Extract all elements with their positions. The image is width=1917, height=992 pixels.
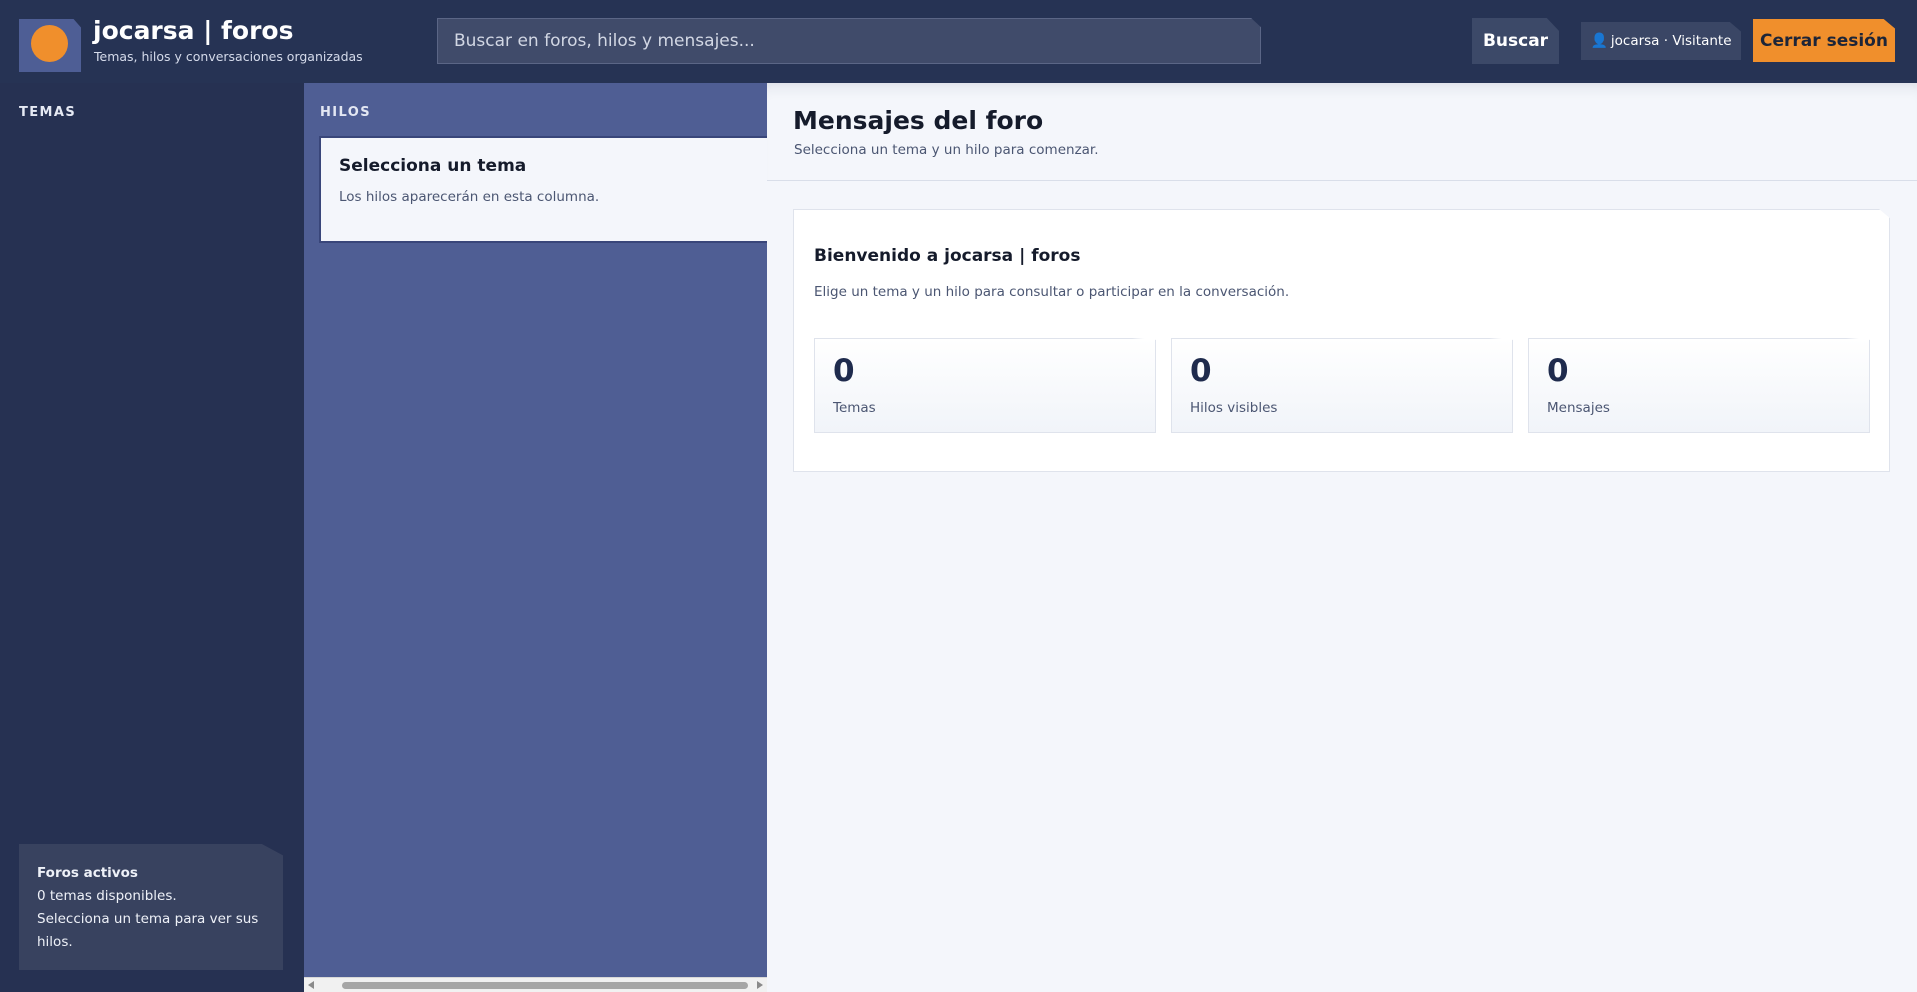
threads-heading: HILOS — [320, 105, 371, 120]
stat-label: Hilos visibles — [1190, 400, 1278, 416]
welcome-title: Bienvenido a jocarsa | foros — [814, 246, 1081, 266]
stat-card-messages: 0 Mensajes — [1528, 338, 1870, 433]
scroll-left-icon[interactable] — [308, 981, 314, 989]
search-button[interactable]: Buscar — [1472, 18, 1559, 64]
user-label: jocarsa · Visitante — [1610, 33, 1732, 49]
logo-circle-icon — [31, 25, 68, 62]
search-input[interactable] — [437, 18, 1261, 64]
threads-horizontal-scrollbar[interactable] — [304, 977, 767, 992]
stat-label: Temas — [833, 400, 876, 416]
stat-label: Mensajes — [1547, 400, 1610, 416]
topics-heading: TEMAS — [19, 105, 77, 120]
messages-header: Mensajes del foro Selecciona un tema y u… — [767, 83, 1917, 181]
topics-count-text: 0 temas disponibles. — [37, 888, 177, 904]
active-forums-card: Foros activos 0 temas disponibles. Selec… — [19, 844, 283, 970]
topics-hint-text: Selecciona un tema para ver sus hilos. — [37, 911, 259, 950]
user-chip[interactable]: 👤 jocarsa · Visitante — [1581, 22, 1741, 60]
brand-title[interactable]: jocarsa | foros — [93, 16, 294, 45]
messages-panel: Mensajes del foro Selecciona un tema y u… — [767, 83, 1917, 992]
stat-value: 0 — [833, 353, 855, 389]
page-subtitle: Selecciona un tema y un hilo para comenz… — [794, 142, 1099, 158]
stat-value: 0 — [1190, 353, 1212, 389]
logo[interactable] — [19, 19, 81, 72]
stat-value: 0 — [1547, 353, 1569, 389]
threads-placeholder-card: Selecciona un tema Los hilos aparecerán … — [319, 136, 771, 243]
topics-sidebar: TEMAS Foros activos 0 temas disponibles.… — [0, 83, 304, 992]
active-forums-title: Foros activos — [37, 865, 138, 881]
page-title: Mensajes del foro — [793, 106, 1044, 135]
user-icon: 👤 — [1590, 33, 1608, 49]
scrollbar-thumb[interactable] — [342, 982, 748, 989]
threads-placeholder-desc: Los hilos aparecerán en esta columna. — [339, 189, 600, 205]
stat-card-threads: 0 Hilos visibles — [1171, 338, 1513, 433]
welcome-card: Bienvenido a jocarsa | foros Elige un te… — [793, 209, 1890, 472]
threads-placeholder-title: Selecciona un tema — [339, 156, 527, 176]
logout-button[interactable]: Cerrar sesión — [1753, 19, 1895, 62]
threads-column: HILOS Selecciona un tema Los hilos apare… — [304, 83, 771, 992]
brand-subtitle: Temas, hilos y conversaciones organizada… — [94, 49, 363, 64]
top-bar: jocarsa | foros Temas, hilos y conversac… — [0, 0, 1917, 83]
welcome-description: Elige un tema y un hilo para consultar o… — [814, 284, 1290, 300]
stat-card-topics: 0 Temas — [814, 338, 1156, 433]
scroll-right-icon[interactable] — [757, 981, 763, 989]
